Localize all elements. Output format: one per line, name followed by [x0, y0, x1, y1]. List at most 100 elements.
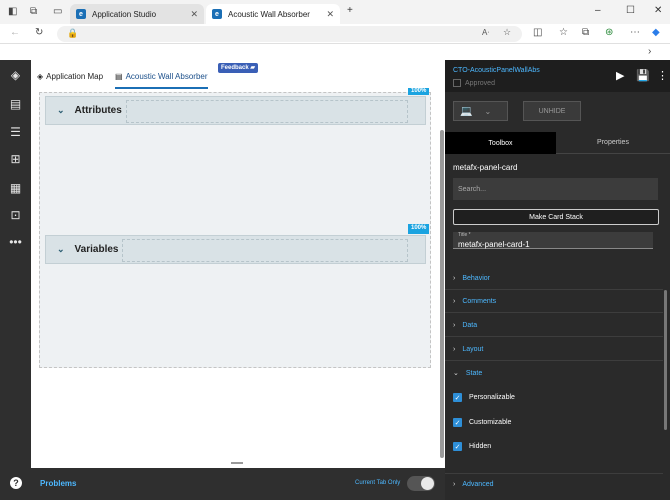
more-vertical-icon[interactable]: ⋮ — [657, 69, 668, 82]
tab-label: Application Map — [46, 72, 104, 81]
chevron-down-icon[interactable]: ⌄ — [57, 105, 65, 116]
close-window-button[interactable]: ✕ — [654, 5, 662, 16]
chevron-down-icon: ⌄ — [453, 370, 459, 377]
table-icon[interactable]: ▦ — [0, 181, 31, 195]
percent-badge: 100% — [408, 88, 430, 95]
check-icon: ✓ — [453, 442, 462, 451]
editor-scrollbar[interactable] — [440, 130, 444, 458]
layers-icon[interactable]: ◈ — [0, 68, 31, 82]
card-drop-zone[interactable] — [126, 100, 408, 123]
current-tab-only-toggle[interactable] — [407, 476, 435, 491]
editor-area: ◈ Application Map ▤ Acoustic Wall Absorb… — [31, 60, 445, 468]
check-icon: ✓ — [453, 418, 462, 427]
make-card-stack-button[interactable]: Make Card Stack — [453, 209, 659, 225]
section-comments[interactable]: › Comments — [445, 291, 663, 313]
title-value: metafx-panel-card-1 — [458, 240, 530, 249]
checklist-icon[interactable]: ☰ — [0, 125, 31, 139]
tab-application-map[interactable]: ◈ Application Map — [37, 72, 103, 81]
tab-acoustic-wall-absorber[interactable]: ▤ Acoustic Wall Absorber — [115, 72, 208, 89]
workspaces-icon[interactable]: ⧉ — [30, 6, 37, 17]
copilot-icon[interactable]: ◆ — [652, 27, 660, 38]
read-aloud-icon[interactable]: Aᐧ — [482, 28, 489, 37]
section-state[interactable]: ⌄ State — [445, 362, 663, 384]
card-title: Variables — [74, 244, 119, 255]
reload-icon[interactable]: ↻ — [35, 27, 43, 38]
new-tab-button[interactable]: + — [347, 5, 353, 16]
app-favicon-icon: e — [212, 9, 222, 19]
minimize-button[interactable]: – — [595, 5, 601, 16]
more-dots-icon[interactable]: ••• — [0, 235, 31, 249]
more-icon[interactable]: ⋯ — [630, 27, 640, 38]
device-select[interactable]: 💻 ⌄ — [453, 101, 508, 121]
save-icon[interactable]: 💾 — [636, 69, 650, 82]
tab-actions-icon[interactable]: ▭ — [53, 6, 62, 17]
section-label: Advanced — [462, 481, 494, 488]
stack-icon[interactable]: ⊞ — [0, 152, 31, 166]
url-field[interactable]: 🔒 Aᐧ ☆ — [57, 26, 522, 42]
chevron-down-icon[interactable]: ⌄ — [57, 244, 65, 255]
panel-scrollbar[interactable] — [664, 290, 667, 430]
checkbox-label: Personalizable — [469, 394, 515, 401]
chevron-right-icon: › — [453, 346, 456, 353]
app-shell: ◈ ▤ ☰ ⊞ ▦ ⊡ ••• ? ◈ Application Map ▤ Ac… — [0, 60, 670, 500]
chevron-right-icon: › — [453, 298, 456, 305]
current-tab-only-label: Current Tab Only — [355, 480, 401, 486]
checkbox-hidden[interactable]: ✓ Hidden — [453, 442, 491, 451]
chevron-right-icon: › — [453, 322, 456, 329]
collections-icon[interactable]: ⧉ — [582, 27, 589, 38]
close-tab-icon[interactable]: ✕ — [326, 9, 334, 20]
layout-icon[interactable]: ▤ — [0, 97, 31, 111]
close-tab-icon[interactable]: ✕ — [190, 9, 198, 20]
selected-component: metafx-panel-card — [453, 163, 518, 172]
problems-link[interactable]: Problems — [40, 479, 76, 488]
card-drop-zone[interactable] — [122, 239, 408, 262]
lock-icon: 🔒 — [67, 28, 79, 38]
tab-label: Application Studio — [92, 9, 157, 19]
favorites-icon[interactable]: ☆ — [559, 27, 568, 38]
chevron-right-icon[interactable]: › — [648, 46, 651, 57]
chevron-down-icon: ⌄ — [484, 106, 492, 116]
split-screen-icon[interactable]: ◫ — [533, 27, 542, 38]
play-icon[interactable]: ▶ — [616, 69, 624, 82]
tab-properties[interactable]: Properties — [556, 132, 670, 154]
code-icon[interactable]: ⊡ — [0, 208, 31, 222]
card-variables[interactable]: ⌄ Variables — [45, 235, 426, 264]
address-bar: ← ↻ 🔒 Aᐧ ☆ ◫ ☆ ⧉ ⊛ ⋯ ◆ — [0, 24, 670, 44]
browser-tab-application-studio[interactable]: e Application Studio ✕ — [70, 4, 204, 24]
checkbox-label: Hidden — [469, 443, 492, 450]
unhide-button[interactable]: UNHIDE — [523, 101, 581, 121]
problems-bar: Problems Current Tab Only — [31, 468, 445, 500]
section-layout[interactable]: › Layout — [445, 339, 663, 361]
tab-toolbox[interactable]: Toolbox — [445, 132, 556, 154]
favorite-icon[interactable]: ☆ — [503, 27, 511, 38]
laptop-icon: 💻 — [460, 105, 473, 117]
section-label: State — [465, 369, 483, 377]
section-advanced[interactable]: › Advanced — [445, 473, 663, 495]
extension-icon[interactable]: ⊛ — [605, 27, 613, 38]
section-label: Layout — [462, 346, 484, 353]
approved-checkbox[interactable]: Approved — [453, 79, 495, 87]
checkbox-personalizable[interactable]: ✓ Personalizable — [453, 393, 515, 402]
maximize-button[interactable]: ☐ — [626, 5, 635, 16]
toggle-knob — [421, 477, 434, 490]
section-behavior[interactable]: › Behavior — [445, 268, 663, 290]
card-attributes[interactable]: ⌄ Attributes — [45, 96, 426, 125]
title-field[interactable]: Title * metafx-panel-card-1 — [453, 232, 653, 249]
section-data[interactable]: › Data — [445, 315, 663, 337]
checkbox-box — [453, 79, 461, 87]
checkbox-customizable[interactable]: ✓ Customizable — [453, 418, 511, 427]
resize-handle[interactable] — [231, 462, 243, 464]
card-title: Attributes — [74, 105, 122, 116]
profile-icon[interactable]: ◧ — [8, 6, 17, 17]
browser-tab-strip: ◧ ⧉ ▭ e Application Studio ✕ e Acoustic … — [0, 0, 670, 24]
help-icon[interactable]: ? — [10, 477, 22, 489]
design-canvas[interactable]: ⌄ Attributes 100% ⌄ Variables 100% — [39, 88, 431, 368]
search-input[interactable]: Search... — [453, 178, 658, 200]
back-icon[interactable]: ← — [10, 27, 20, 38]
page-icon: ▤ — [115, 72, 123, 81]
approved-label: Approved — [465, 79, 495, 87]
feedback-button[interactable]: Feedback ▰ — [218, 63, 258, 73]
chevron-right-icon: › — [453, 481, 456, 488]
right-panel: CTO-AcousticPanelWallAbs Approved ▶ 💾 ⋮ … — [445, 60, 670, 500]
browser-tab-acoustic-wall-absorber[interactable]: e Acoustic Wall Absorber ✕ — [206, 4, 340, 24]
